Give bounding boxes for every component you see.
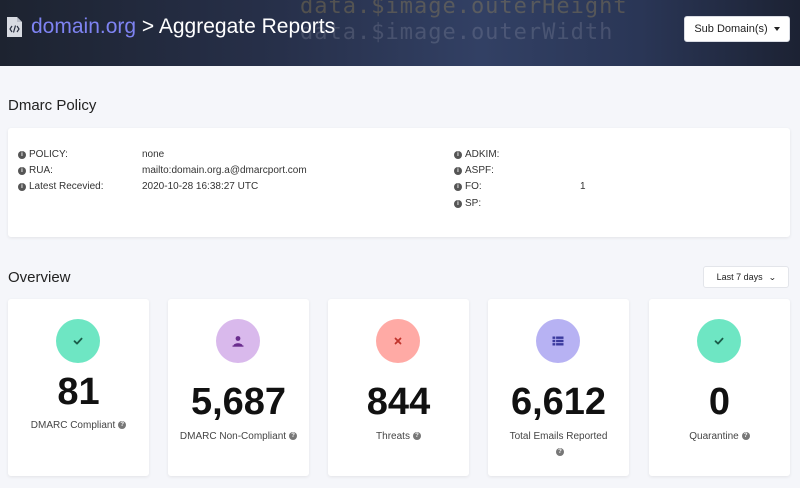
date-range-label: Last 7 days xyxy=(716,272,763,282)
info-icon: i xyxy=(454,182,462,191)
policy-row-sp: i SP: xyxy=(454,198,481,209)
stat-value: 844 xyxy=(366,381,431,423)
policy-row-aspf: i ASPF: xyxy=(454,165,494,176)
policy-row-policy: i POLICY: xyxy=(18,149,68,160)
policy-row-fo: i FO: xyxy=(454,181,482,192)
check-icon xyxy=(697,319,741,363)
list-icon xyxy=(536,319,580,363)
info-icon: i xyxy=(454,199,462,208)
policy-row-latest-received: i Latest Recevied: xyxy=(18,181,104,192)
rua-value: mailto:domain.org.a@dmarcport.com xyxy=(142,165,307,176)
overview-title: Overview xyxy=(8,269,71,286)
caret-down-icon xyxy=(773,27,780,31)
policy-value: none xyxy=(142,149,165,160)
stat-value: 6,612 xyxy=(510,381,607,423)
code-file-icon xyxy=(7,17,22,37)
stat-card-quarantine[interactable]: 0 Quarantine? xyxy=(649,299,790,476)
rua-label: RUA: xyxy=(29,165,53,176)
info-icon: i xyxy=(18,166,26,175)
page-title: domain.org > Aggregate Reports xyxy=(31,14,335,40)
info-icon: i xyxy=(454,150,462,159)
stat-value: 0 xyxy=(708,381,731,423)
dmarc-policy-title: Dmarc Policy xyxy=(8,97,97,114)
stat-card-dmarc-non-compliant[interactable]: 5,687 DMARC Non-Compliant? xyxy=(168,299,309,476)
page-header: data.$image.outerHeight data.$image.oute… xyxy=(0,0,800,66)
check-icon xyxy=(56,319,100,363)
stat-card-dmarc-compliant[interactable]: 81 DMARC Compliant? xyxy=(8,299,149,476)
help-icon[interactable]: ? xyxy=(741,432,750,441)
domain-link[interactable]: domain.org xyxy=(31,15,136,38)
subdomain-dropdown-button[interactable]: Sub Domain(s) xyxy=(684,16,790,42)
dmarc-policy-card: i POLICY: none i RUA: mailto:domain.org.… xyxy=(8,128,790,237)
help-icon[interactable]: ? xyxy=(289,432,298,441)
user-icon xyxy=(216,319,260,363)
adkim-label: ADKIM: xyxy=(465,149,500,160)
stat-label: Threats? xyxy=(338,429,459,445)
latest-received-label: Latest Recevied: xyxy=(29,181,104,192)
close-icon xyxy=(376,319,420,363)
breadcrumb-separator: > xyxy=(141,15,155,38)
fo-label: FO: xyxy=(465,181,482,192)
stat-label: Quarantine? xyxy=(659,429,780,445)
fo-value: 1 xyxy=(580,181,586,192)
stat-label: DMARC Compliant? xyxy=(18,418,139,434)
page-name: Aggregate Reports xyxy=(158,15,336,38)
stat-card-threats[interactable]: 844 Threats? xyxy=(328,299,469,476)
info-icon: i xyxy=(454,166,462,175)
policy-label: POLICY: xyxy=(29,149,68,160)
info-icon: i xyxy=(18,150,26,159)
chevron-down-icon: ⌄ xyxy=(767,272,777,282)
policy-row-adkim: i ADKIM: xyxy=(454,149,499,160)
stat-card-total-emails[interactable]: 6,612 Total Emails Reported? xyxy=(488,299,629,476)
help-icon[interactable]: ? xyxy=(118,421,127,430)
stat-label: DMARC Non-Compliant? xyxy=(178,429,299,445)
info-icon: i xyxy=(18,182,26,191)
policy-row-rua: i RUA: xyxy=(18,165,53,176)
help-icon[interactable]: ? xyxy=(412,432,421,441)
aspf-label: ASPF: xyxy=(465,165,494,176)
date-range-dropdown[interactable]: Last 7 days ⌄ xyxy=(703,266,789,288)
stat-label: Total Emails Reported? xyxy=(509,431,608,457)
latest-received-value: 2020-10-28 16:38:27 UTC xyxy=(142,181,259,192)
sp-label: SP: xyxy=(465,198,482,209)
help-icon[interactable]: ? xyxy=(556,448,564,457)
subdomain-button-label: Sub Domain(s) xyxy=(694,23,768,35)
stat-value: 81 xyxy=(57,371,100,413)
stat-value: 5,687 xyxy=(190,381,287,423)
